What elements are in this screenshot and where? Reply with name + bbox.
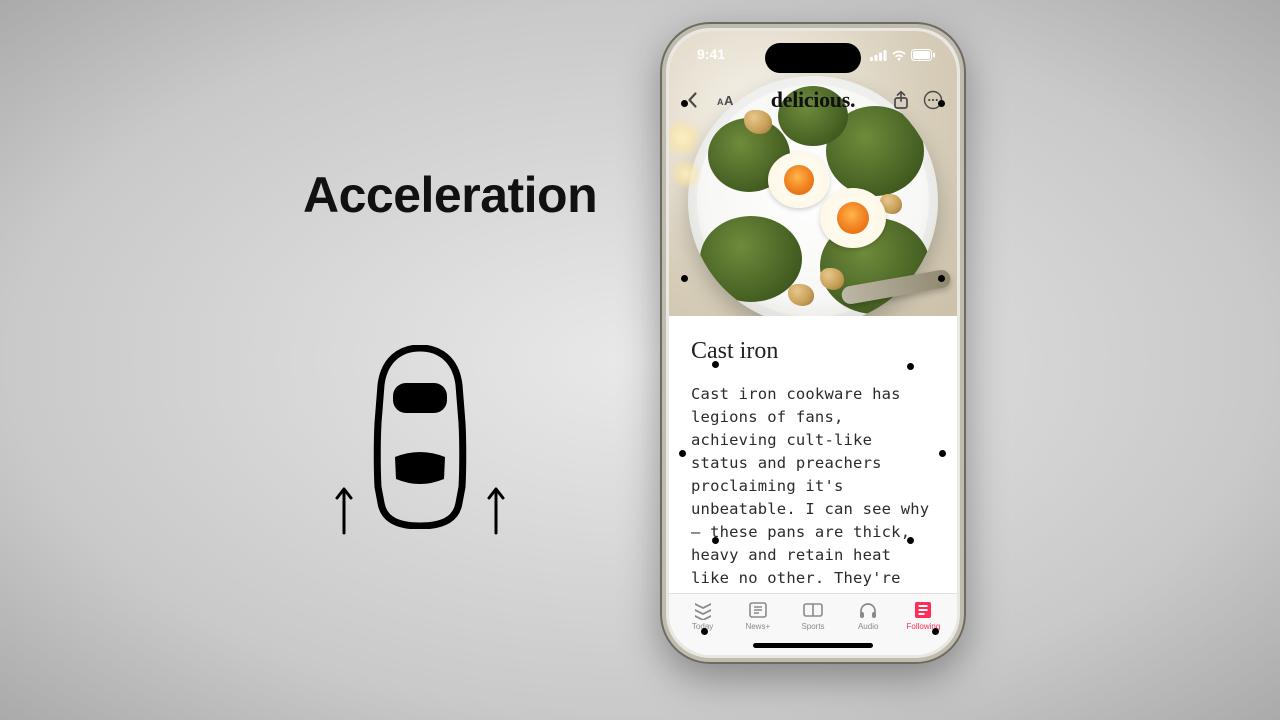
newsplus-icon [747,600,769,620]
headphones-icon [857,600,879,620]
tab-label: Audio [858,622,878,631]
iphone-frame: 9:41 AA [660,22,966,664]
battery-icon [911,49,935,61]
iphone-screen: 9:41 AA [669,31,957,655]
motion-dot [712,361,719,368]
tab-today[interactable]: Today [675,600,730,631]
motion-dot [939,450,946,457]
tab-following[interactable]: Following [896,600,951,631]
motion-dot [701,628,708,635]
arrow-up-icon [334,483,354,535]
home-indicator[interactable] [753,643,873,648]
motion-dot [681,100,688,107]
motion-dot [907,363,914,370]
news-icon [692,600,714,620]
motion-dot [932,628,939,635]
share-button[interactable] [891,90,911,110]
wifi-icon [891,50,907,61]
tab-sports[interactable]: Sports [785,600,840,631]
svg-text:A: A [724,93,734,108]
tab-label: Sports [801,622,824,631]
cellular-icon [870,50,887,61]
tab-newsplus[interactable]: News+ [730,600,785,631]
tab-audio[interactable]: Audio [841,600,896,631]
following-icon [912,600,934,620]
article-body-region[interactable]: Cast iron Cast iron cookware has legions… [669,316,957,593]
article-title: Cast iron [691,338,935,365]
article-nav-bar: AA delicious. [669,81,957,119]
motion-dot [712,537,719,544]
motion-dot [907,537,914,544]
arrow-up-icon [486,483,506,535]
motion-dot [938,275,945,282]
car-top-icon [372,345,468,529]
motion-dot [679,450,686,457]
status-time: 9:41 [697,46,725,62]
scoreboard-icon [802,600,824,620]
slide-heading: Acceleration [303,166,597,224]
svg-text:A: A [717,97,724,107]
text-size-button[interactable]: AA [715,90,735,110]
tab-label: News+ [745,622,770,631]
motion-dot [681,275,688,282]
publisher-title: delicious. [771,87,855,113]
acceleration-diagram [328,345,512,535]
motion-dot [938,100,945,107]
dynamic-island [765,43,861,73]
article-body: Cast iron cookware has legions of fans, … [691,383,935,593]
